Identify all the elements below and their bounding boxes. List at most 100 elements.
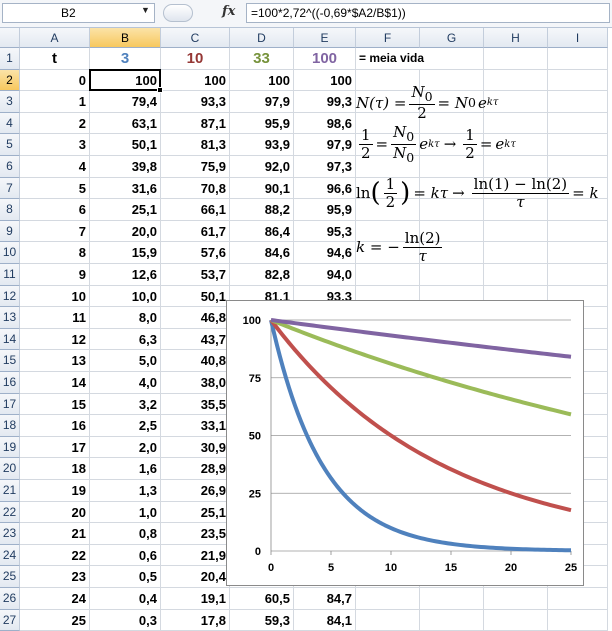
cell-b3[interactable]: 79,4 — [90, 91, 161, 113]
row-header[interactable]: 11 — [0, 264, 20, 286]
row-header[interactable]: 1 — [0, 48, 20, 70]
cell-e2[interactable]: 100 — [294, 69, 356, 92]
cell-d8[interactable]: 88,2 — [230, 199, 294, 221]
header-cell-a[interactable]: t — [20, 48, 90, 70]
row-header[interactable]: 22 — [0, 501, 20, 524]
cell-a15[interactable]: 13 — [20, 350, 90, 372]
cell-c21[interactable]: 26,9 — [161, 480, 230, 502]
row-header[interactable]: 8 — [0, 199, 20, 221]
row-header[interactable]: 21 — [0, 480, 20, 502]
cell-a26[interactable]: 24 — [20, 588, 90, 610]
cell-c22[interactable]: 25,1 — [161, 501, 230, 524]
row-header[interactable]: 18 — [0, 415, 20, 437]
chevron-down-icon[interactable]: ▼ — [141, 5, 150, 15]
cell-b27[interactable]: 0,3 — [90, 609, 161, 631]
cell[interactable] — [484, 588, 548, 610]
cell-a9[interactable]: 7 — [20, 220, 90, 243]
cell-e8[interactable]: 95,9 — [294, 199, 356, 221]
header-cell-b[interactable]: 3 — [90, 48, 161, 70]
cell[interactable] — [420, 588, 484, 610]
cell-b20[interactable]: 1,6 — [90, 458, 161, 480]
cell-a22[interactable]: 20 — [20, 501, 90, 524]
header-cell-e[interactable]: 100 — [294, 48, 356, 70]
cell[interactable] — [420, 48, 484, 70]
cell-b4[interactable]: 63,1 — [90, 112, 161, 135]
cell-c11[interactable]: 53,7 — [161, 264, 230, 286]
cell-a16[interactable]: 14 — [20, 372, 90, 394]
cell-c24[interactable]: 21,9 — [161, 544, 230, 567]
row-header[interactable]: 5 — [0, 134, 20, 156]
cell-a14[interactable]: 12 — [20, 328, 90, 351]
column-header-g[interactable]: G — [420, 28, 484, 48]
cell-a5[interactable]: 3 — [20, 134, 90, 156]
decay-chart[interactable]: 0 25 50 75 100 0 5 10 15 20 25 — [226, 300, 584, 586]
cell-b7[interactable]: 31,6 — [90, 177, 161, 200]
cell-a3[interactable]: 1 — [20, 91, 90, 113]
cell-a10[interactable]: 8 — [20, 242, 90, 264]
cell-b14[interactable]: 6,3 — [90, 328, 161, 351]
cell-c4[interactable]: 87,1 — [161, 112, 230, 135]
cell-e5[interactable]: 97,9 — [294, 134, 356, 156]
cell-b6[interactable]: 39,8 — [90, 156, 161, 178]
cell-b23[interactable]: 0,8 — [90, 523, 161, 545]
cell[interactable] — [548, 220, 608, 243]
cell[interactable] — [548, 609, 608, 631]
header-cell-c[interactable]: 10 — [161, 48, 230, 70]
cell-e9[interactable]: 95,3 — [294, 220, 356, 243]
cell-b13[interactable]: 8,0 — [90, 307, 161, 329]
row-header[interactable]: 9 — [0, 220, 20, 243]
cell-b9[interactable]: 20,0 — [90, 220, 161, 243]
cell-e3[interactable]: 99,3 — [294, 91, 356, 113]
column-header-e[interactable]: E — [294, 28, 356, 48]
cell-a17[interactable]: 15 — [20, 393, 90, 416]
cell-c18[interactable]: 33,1 — [161, 415, 230, 437]
cell[interactable] — [548, 48, 608, 70]
cell-c6[interactable]: 75,9 — [161, 156, 230, 178]
column-header-c[interactable]: C — [161, 28, 230, 48]
cell-c15[interactable]: 40,8 — [161, 350, 230, 372]
cell-d7[interactable]: 90,1 — [230, 177, 294, 200]
cell[interactable] — [548, 91, 608, 113]
cell-c20[interactable]: 28,9 — [161, 458, 230, 480]
cell-b21[interactable]: 1,3 — [90, 480, 161, 502]
header-cell-d[interactable]: 33 — [230, 48, 294, 70]
cell-e11[interactable]: 94,0 — [294, 264, 356, 286]
fill-handle[interactable] — [157, 87, 163, 94]
cell-b12[interactable]: 10,0 — [90, 285, 161, 308]
column-header-f[interactable]: F — [356, 28, 420, 48]
name-box[interactable]: B2 — [2, 3, 155, 23]
cell-a24[interactable]: 22 — [20, 544, 90, 567]
cell[interactable] — [548, 134, 608, 156]
cell-c7[interactable]: 70,8 — [161, 177, 230, 200]
cell-a13[interactable]: 11 — [20, 307, 90, 329]
cell-c8[interactable]: 66,1 — [161, 199, 230, 221]
cell-e27[interactable]: 84,1 — [294, 609, 356, 631]
row-header[interactable]: 17 — [0, 393, 20, 416]
row-header[interactable]: 10 — [0, 242, 20, 264]
cell-e6[interactable]: 97,3 — [294, 156, 356, 178]
cell[interactable] — [420, 264, 484, 286]
cell-a18[interactable]: 16 — [20, 415, 90, 437]
cell-c3[interactable]: 93,3 — [161, 91, 230, 113]
column-header-h[interactable]: H — [484, 28, 548, 48]
column-header-a[interactable]: A — [20, 28, 90, 48]
cell[interactable] — [548, 242, 608, 264]
insert-function-icon[interactable]: fx — [222, 4, 235, 19]
row-header[interactable]: 13 — [0, 307, 20, 329]
row-header[interactable]: 27 — [0, 609, 20, 631]
row-header[interactable]: 4 — [0, 112, 20, 135]
cell-c27[interactable]: 17,8 — [161, 609, 230, 631]
cell-b16[interactable]: 4,0 — [90, 372, 161, 394]
cell-c2[interactable]: 100 — [161, 69, 230, 92]
cell-c12[interactable]: 50,1 — [161, 285, 230, 308]
cell-b18[interactable]: 2,5 — [90, 415, 161, 437]
cell[interactable] — [484, 220, 548, 243]
cell-d10[interactable]: 84,6 — [230, 242, 294, 264]
cell[interactable] — [484, 609, 548, 631]
cell-a6[interactable]: 4 — [20, 156, 90, 178]
cell-c17[interactable]: 35,5 — [161, 393, 230, 416]
cell-e26[interactable]: 84,7 — [294, 588, 356, 610]
cell-d5[interactable]: 93,9 — [230, 134, 294, 156]
cell-b8[interactable]: 25,1 — [90, 199, 161, 221]
cell-a2[interactable]: 0 — [20, 69, 90, 92]
